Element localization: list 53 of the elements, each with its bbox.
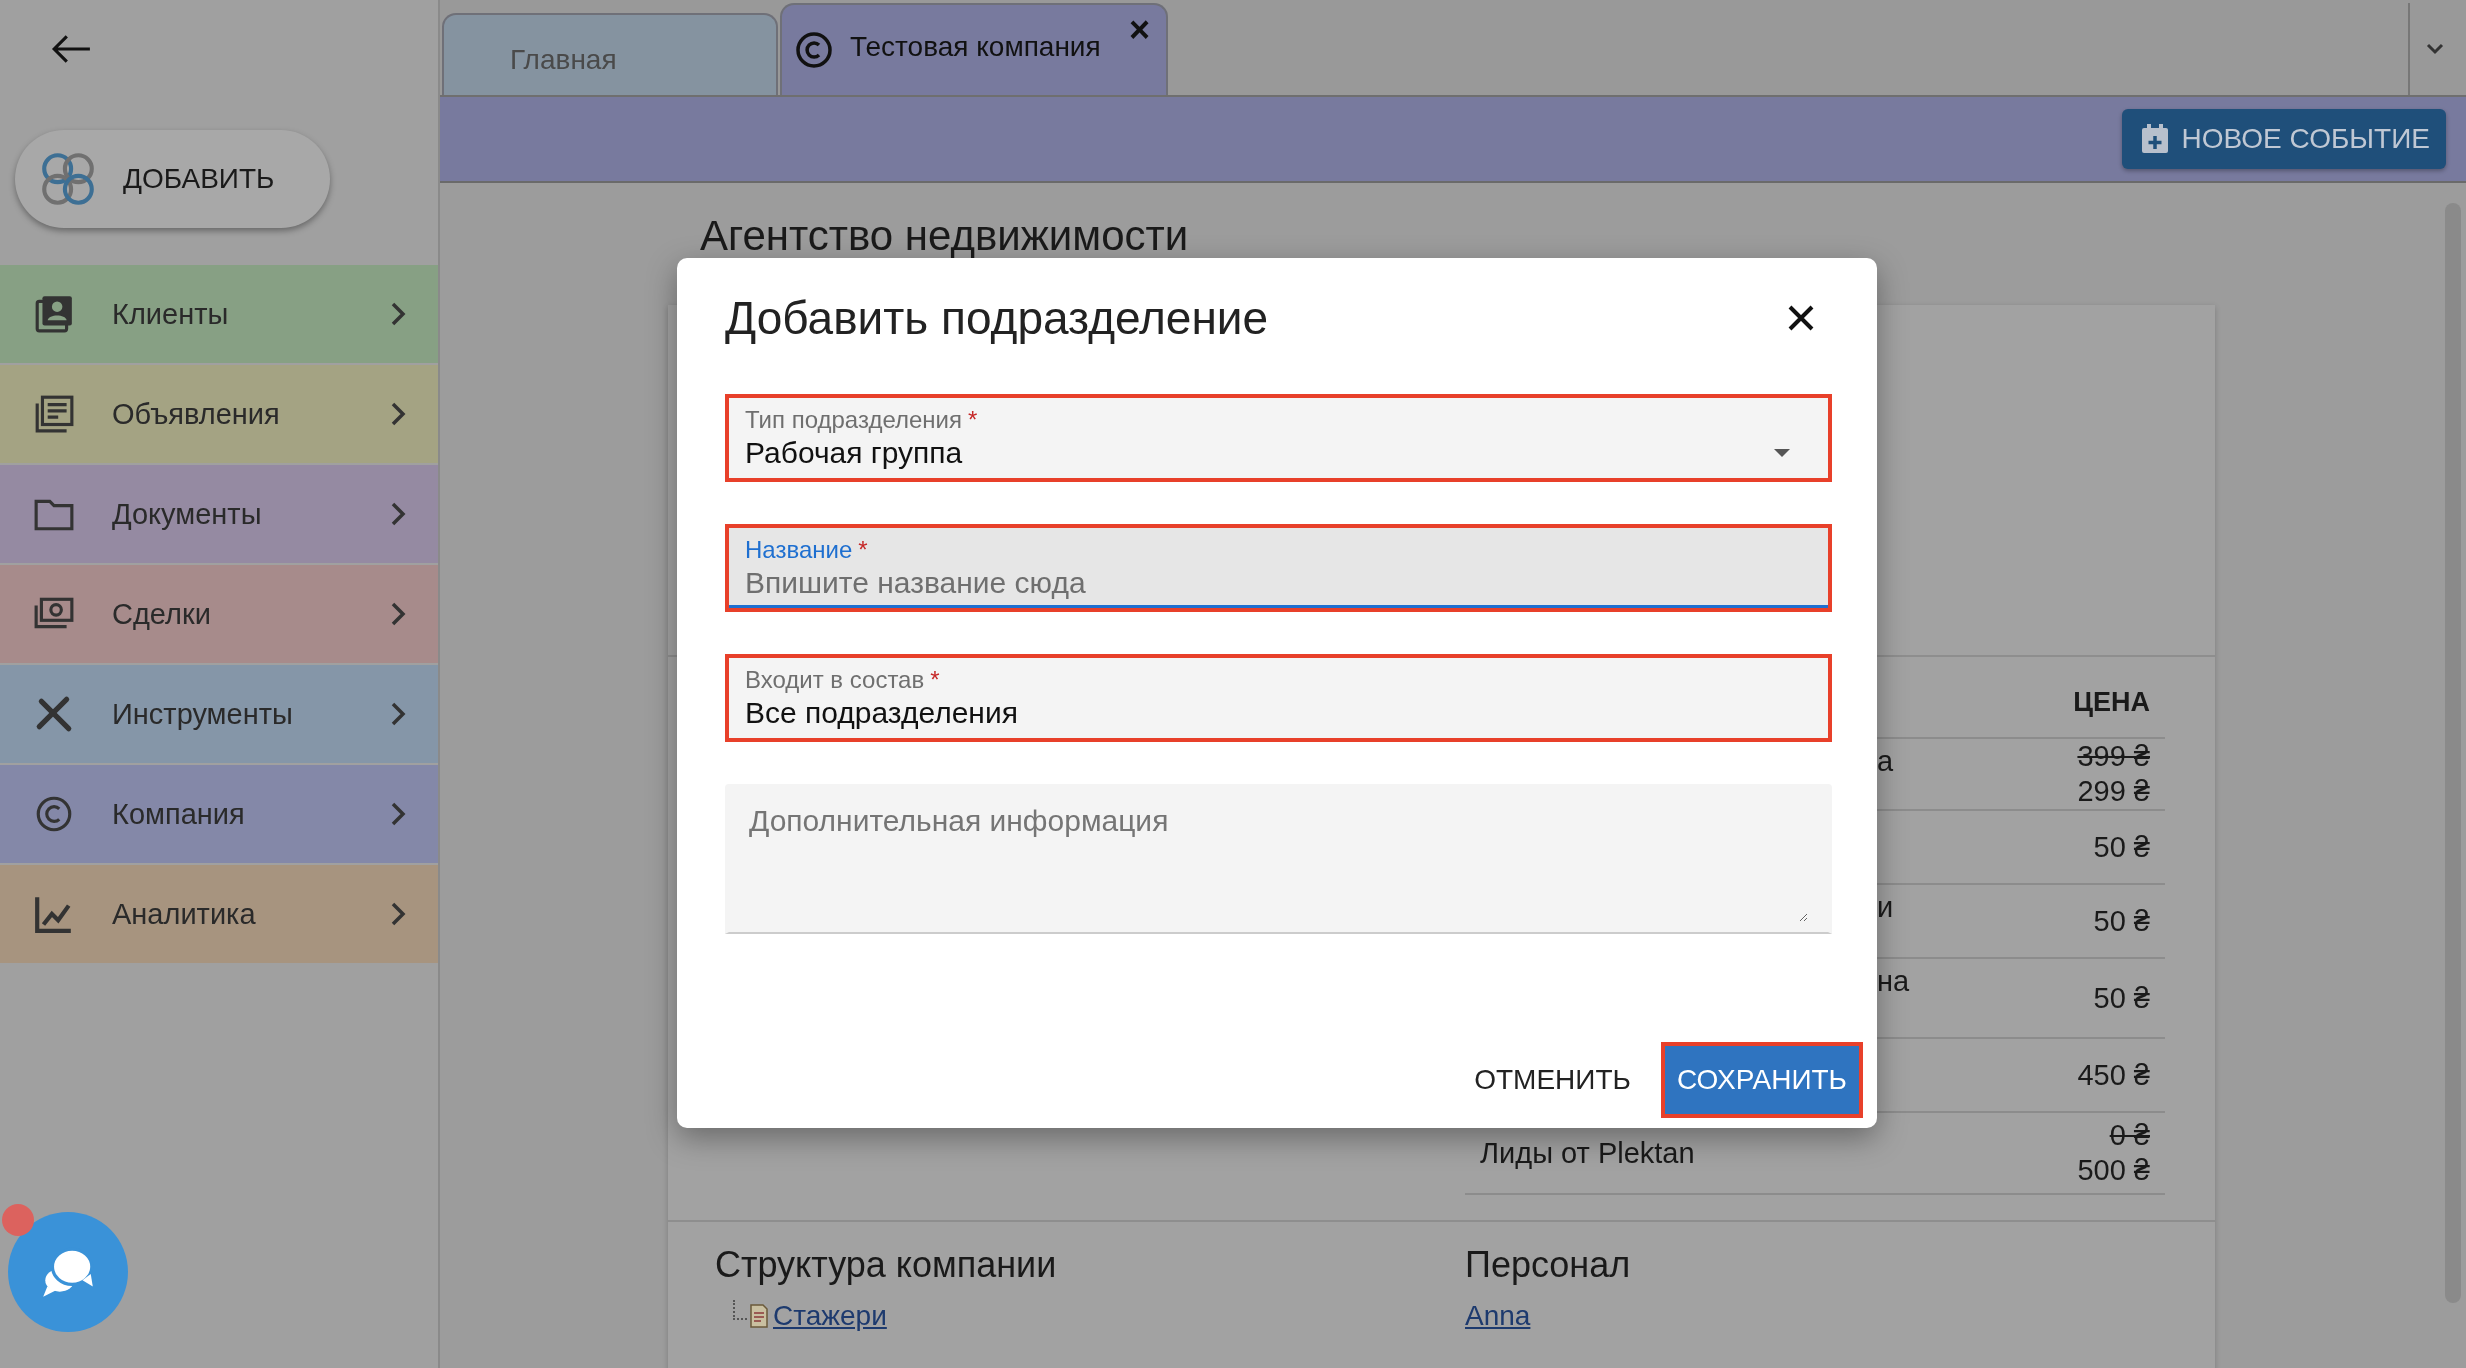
tab-label: Тестовая компания: [850, 31, 1101, 63]
input-field[interactable]: Входит в состав * Все подразделения: [725, 654, 1832, 742]
textarea-field[interactable]: Дополнительная информация: [725, 784, 1832, 934]
table-cell-text: и: [1876, 890, 1894, 924]
section-title: Структура компании: [715, 1244, 1058, 1286]
save-button[interactable]: СОХРАНИТЬ: [1660, 1042, 1863, 1118]
sidebar-item[interactable]: Инструменты: [0, 665, 438, 763]
column-header: ЦЕНА: [2073, 686, 2150, 718]
old-price: 399 ₴: [2077, 739, 2150, 774]
tree-connector: [733, 1300, 747, 1320]
sidebar-item[interactable]: Сделки: [0, 565, 438, 663]
listing-icon: [33, 393, 75, 435]
tree-item-link[interactable]: Стажери: [773, 1300, 887, 1332]
sidebar-item[interactable]: Компания: [0, 765, 438, 863]
price: 50 ₴: [2093, 980, 2150, 1016]
price: 50 ₴: [2093, 829, 2150, 865]
back-arrow-icon[interactable]: [50, 32, 92, 65]
new-event-button[interactable]: НОВОЕ СОБЫТИЕ: [2121, 109, 2446, 169]
tab[interactable]: Тестовая компания ×: [780, 3, 1168, 95]
close-tab-button[interactable]: ×: [1128, 9, 1150, 51]
price: 299 ₴: [2077, 774, 2150, 809]
cancel-button[interactable]: ОТМЕНИТЬ: [1458, 1042, 1647, 1118]
caret-icon: [1772, 447, 1792, 459]
calendar-plus-icon: [2139, 123, 2170, 155]
document-icon: [749, 1303, 769, 1329]
sidebar-item[interactable]: Объявления: [0, 365, 438, 463]
section-title: Персонал: [1465, 1244, 1632, 1286]
old-price: 0 ₴: [2109, 1118, 2150, 1153]
price: 50 ₴: [2093, 903, 2150, 939]
sidebar-item[interactable]: Аналитика: [0, 865, 438, 963]
page-title: Агентство недвижимости: [700, 215, 1190, 257]
textarea-input[interactable]: Дополнительная информация: [749, 804, 1808, 922]
price: 450 ₴: [2077, 1057, 2150, 1093]
text-input[interactable]: Впишите название сюда: [745, 564, 1812, 602]
table-cell-text: а: [1876, 744, 1894, 778]
dialog-title: Добавить подразделение: [725, 291, 1269, 346]
close-icon[interactable]: [1786, 303, 1816, 333]
copyright-icon: [794, 30, 834, 70]
table-cell-text: на: [1876, 964, 1910, 998]
notification-dot: [2, 1204, 34, 1236]
price: 500 ₴: [2077, 1153, 2150, 1188]
contacts-icon: [33, 293, 75, 335]
sidebar-item[interactable]: Клиенты: [0, 265, 438, 363]
text-input[interactable]: Все подразделения: [745, 694, 1812, 732]
select-field[interactable]: Тип подразделения * Рабочая группа: [725, 394, 1832, 482]
add-button[interactable]: ДОБАВИТЬ: [15, 130, 330, 228]
tab-label: Главная: [510, 43, 617, 76]
chevron-down-icon: [2425, 42, 2445, 56]
person-link[interactable]: Anna: [1465, 1300, 1531, 1332]
input-field[interactable]: Название * Впишите название сюда: [725, 524, 1832, 612]
tab[interactable]: Главная: [442, 13, 778, 95]
sidebar-item[interactable]: Документы: [0, 465, 438, 563]
table-cell-text: Лиды от Plektan: [1479, 1136, 1695, 1170]
